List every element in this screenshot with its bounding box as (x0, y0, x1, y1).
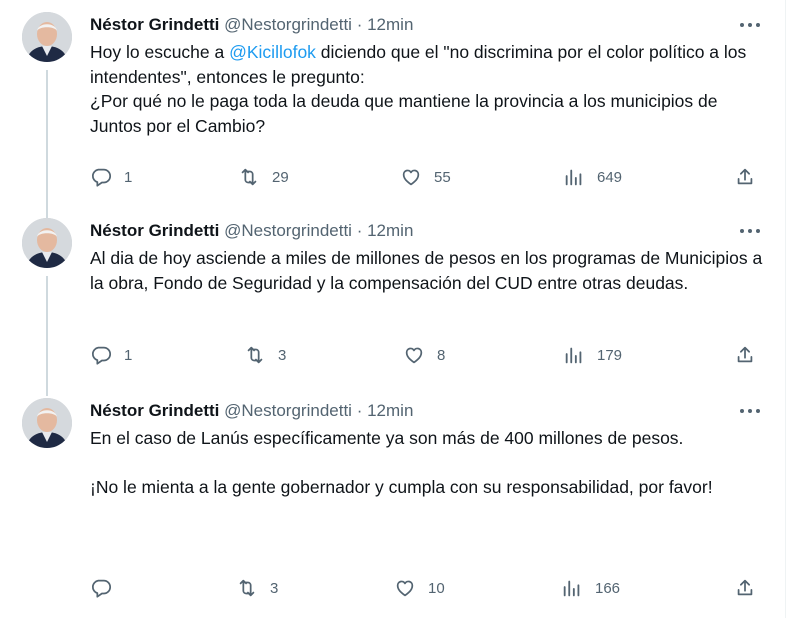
tweet-text: En el caso de Lanús específicamente ya s… (90, 426, 770, 500)
text-paragraph: En el caso de Lanús específicamente ya s… (90, 428, 684, 448)
like-count: 10 (428, 579, 445, 597)
more-icon[interactable] (738, 221, 762, 241)
retweet-button[interactable]: 29 (238, 164, 289, 190)
share-icon (734, 344, 756, 366)
like-button[interactable]: 8 (403, 342, 445, 368)
tweet[interactable]: Néstor Grindetti @Nestorgrindetti · 12mi… (0, 398, 785, 608)
text-paragraph: Al dia de hoy asciende a miles de millon… (90, 248, 763, 293)
retweet-count: 3 (270, 579, 279, 597)
tweet-header: Néstor Grindetti @Nestorgrindetti · 12mi… (90, 14, 413, 36)
timestamp[interactable]: 12min (367, 401, 413, 420)
tweet-text: Al dia de hoy asciende a miles de millon… (90, 246, 770, 295)
action-bar: 1 29 55 649 (0, 164, 785, 194)
views-icon (561, 577, 583, 599)
action-bar: 3 10 166 (0, 575, 785, 605)
like-icon (403, 344, 425, 366)
retweet-icon (244, 344, 266, 366)
views-button[interactable]: 179 (563, 342, 622, 368)
share-button[interactable] (734, 575, 756, 601)
timestamp[interactable]: 12min (367, 221, 413, 240)
separator: · (356, 221, 363, 240)
author-name[interactable]: Néstor Grindetti (90, 15, 219, 34)
share-icon (734, 166, 756, 188)
tweet[interactable]: Néstor Grindetti @Nestorgrindetti · 12mi… (0, 12, 785, 198)
reply-icon (90, 577, 112, 599)
retweet-count: 29 (272, 168, 289, 186)
like-button[interactable]: 10 (394, 575, 445, 601)
timeline-border (785, 0, 786, 618)
share-button[interactable] (734, 164, 756, 190)
reply-button[interactable]: 1 (90, 342, 132, 368)
avatar[interactable] (22, 398, 72, 448)
retweet-count: 3 (278, 346, 287, 364)
separator: · (356, 15, 363, 34)
text-paragraph: ¡No le mienta a la gente gobernador y cu… (90, 477, 713, 497)
author-name[interactable]: Néstor Grindetti (90, 221, 219, 240)
timestamp[interactable]: 12min (367, 15, 413, 34)
like-count: 55 (434, 168, 451, 186)
action-bar: 1 3 8 179 (0, 342, 785, 372)
mention-link[interactable]: @Kicillofok (229, 42, 316, 62)
reply-button[interactable]: 1 (90, 164, 132, 190)
views-icon (563, 344, 585, 366)
views-button[interactable]: 649 (563, 164, 622, 190)
tweet[interactable]: Néstor Grindetti @Nestorgrindetti · 12mi… (0, 218, 785, 378)
reply-icon (90, 166, 112, 188)
more-icon[interactable] (738, 401, 762, 421)
reply-button[interactable] (90, 575, 124, 601)
retweet-button[interactable]: 3 (236, 575, 278, 601)
author-handle[interactable]: @Nestorgrindetti (224, 221, 352, 240)
text-paragraph: ¿Por qué no le paga toda la deuda que ma… (90, 91, 718, 136)
author-handle[interactable]: @Nestorgrindetti (224, 401, 352, 420)
tweet-header: Néstor Grindetti @Nestorgrindetti · 12mi… (90, 220, 413, 242)
reply-icon (90, 344, 112, 366)
avatar[interactable] (22, 218, 72, 268)
like-count: 8 (437, 346, 446, 364)
author-name[interactable]: Néstor Grindetti (90, 401, 219, 420)
views-count: 166 (595, 579, 621, 597)
reply-count: 1 (124, 346, 133, 364)
views-icon (563, 166, 585, 188)
views-count: 179 (597, 346, 623, 364)
tweet-header: Néstor Grindetti @Nestorgrindetti · 12mi… (90, 400, 413, 422)
share-button[interactable] (734, 342, 756, 368)
retweet-icon (236, 577, 258, 599)
views-count: 649 (597, 168, 623, 186)
tweet-text: Hoy lo escuche a @Kicillofok diciendo qu… (90, 40, 770, 138)
author-handle[interactable]: @Nestorgrindetti (224, 15, 352, 34)
like-button[interactable]: 55 (400, 164, 451, 190)
more-icon[interactable] (738, 15, 762, 35)
share-icon (734, 577, 756, 599)
retweet-icon (238, 166, 260, 188)
views-button[interactable]: 166 (561, 575, 620, 601)
avatar[interactable] (22, 12, 72, 62)
separator: · (356, 401, 363, 420)
retweet-button[interactable]: 3 (244, 342, 286, 368)
text-segment: Hoy lo escuche a (90, 42, 230, 62)
like-icon (394, 577, 416, 599)
reply-count: 1 (124, 168, 133, 186)
like-icon (400, 166, 422, 188)
